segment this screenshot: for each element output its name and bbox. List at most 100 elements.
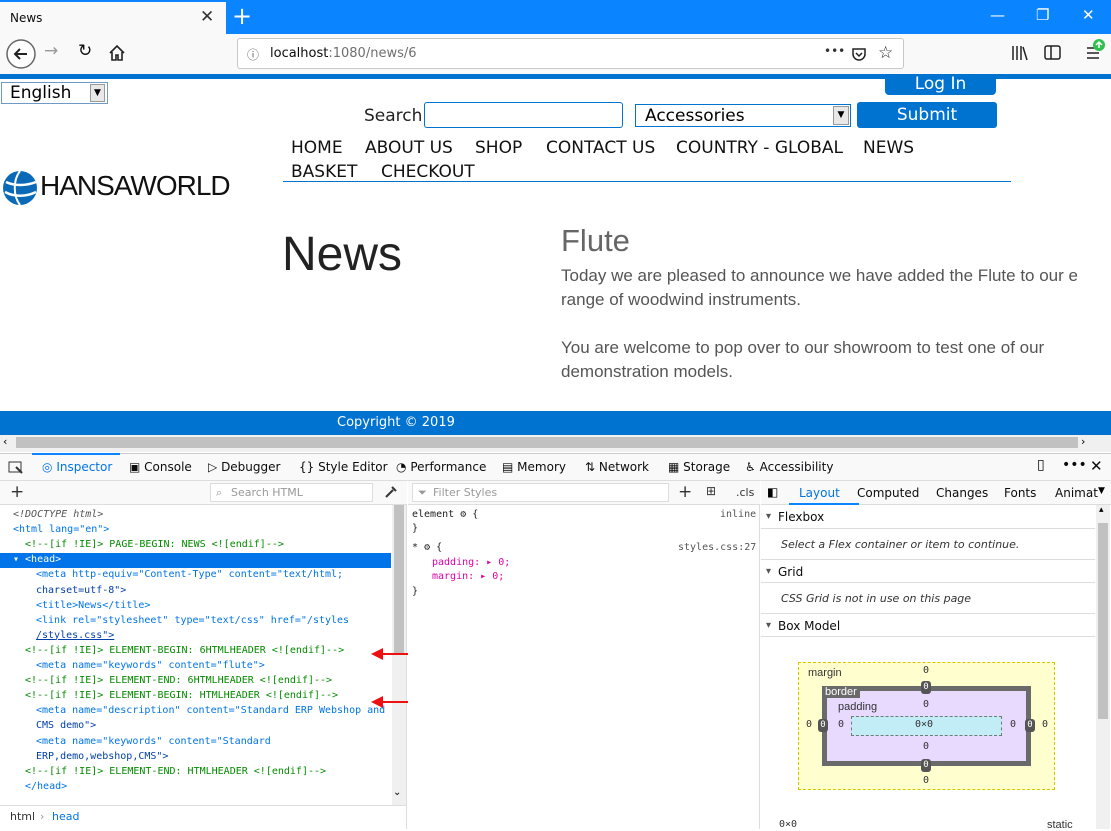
scroll-thumb[interactable] bbox=[1098, 523, 1108, 719]
margin-right-value[interactable]: 0 bbox=[1042, 719, 1048, 730]
scroll-thumb[interactable] bbox=[394, 505, 404, 653]
url-bar[interactable]: ⓘ localhost:1080/news/6 ••• ☆ bbox=[237, 38, 904, 69]
menu-icon[interactable] bbox=[1084, 38, 1108, 62]
markup-node-line[interactable]: <meta name="keywords" content="Standard bbox=[36, 734, 271, 749]
tab-news[interactable]: News ✕ bbox=[0, 0, 226, 34]
pocket-icon[interactable] bbox=[851, 46, 867, 62]
toggle-pseudo-class-icon[interactable]: ⊞ bbox=[706, 484, 716, 498]
markup-comment-line[interactable]: <!--[if !IE]> PAGE-BEGIN: NEWS <![endif]… bbox=[25, 537, 284, 552]
scroll-left-icon[interactable]: ‹ bbox=[3, 435, 7, 448]
new-tab-button[interactable]: + bbox=[232, 2, 252, 30]
markup-comment-line[interactable]: <!--[if !IE]> ELEMENT-BEGIN: HTMLHEADER … bbox=[25, 688, 338, 703]
scroll-down-icon[interactable]: ⌄ bbox=[393, 787, 401, 798]
eyedropper-icon[interactable] bbox=[384, 485, 398, 499]
tab-computed[interactable]: Computed bbox=[857, 486, 919, 500]
markup-comment-line[interactable]: <!--[if !IE]> ELEMENT-END: HTMLHEADER <!… bbox=[25, 764, 326, 779]
tab-layout[interactable]: Layout bbox=[799, 486, 840, 500]
page-actions-icon[interactable]: ••• bbox=[824, 44, 845, 58]
star-rule-source[interactable]: styles.css:27 bbox=[678, 540, 756, 555]
tab-console[interactable]: ▣ Console bbox=[129, 460, 192, 474]
more-tabs-icon[interactable]: ▼ bbox=[1098, 486, 1105, 496]
border-left-value[interactable]: 0 bbox=[818, 719, 828, 732]
margin-bottom-value[interactable]: 0 bbox=[923, 775, 929, 786]
padding-left-value[interactable]: 0 bbox=[838, 719, 844, 730]
add-rule-icon[interactable]: + bbox=[678, 482, 692, 502]
tab-style-editor[interactable]: {} Style Editor bbox=[299, 460, 388, 474]
tab-fonts[interactable]: Fonts bbox=[1004, 486, 1036, 500]
boxmodel-section-header[interactable]: Box Model bbox=[761, 613, 1095, 638]
add-node-icon[interactable]: + bbox=[10, 482, 24, 502]
margin-top-value[interactable]: 0 bbox=[923, 665, 929, 676]
markup-scrollbar[interactable] bbox=[392, 505, 406, 805]
tab-animations[interactable]: Animat bbox=[1055, 486, 1098, 500]
menu-about-us[interactable]: ABOUT US bbox=[365, 138, 453, 158]
padding-bottom-value[interactable]: 0 bbox=[923, 741, 929, 752]
scroll-right-icon[interactable]: › bbox=[1081, 435, 1085, 448]
tab-debugger[interactable]: ▷ Debugger bbox=[208, 460, 280, 474]
tab-inspector[interactable]: ◎ Inspector bbox=[42, 460, 112, 474]
close-devtools-icon[interactable]: ✕ bbox=[1090, 457, 1103, 475]
flexbox-section-header[interactable]: Flexbox bbox=[761, 505, 1095, 529]
grid-section-header[interactable]: Grid bbox=[761, 559, 1095, 584]
tab-network[interactable]: ⇅ Network bbox=[585, 460, 649, 474]
tab-changes[interactable]: Changes bbox=[936, 486, 988, 500]
breadcrumb-html[interactable]: html bbox=[10, 806, 35, 828]
border-top-value[interactable]: 0 bbox=[921, 681, 931, 694]
info-icon[interactable]: ⓘ bbox=[247, 46, 259, 63]
search-input[interactable] bbox=[424, 102, 623, 128]
menu-shop[interactable]: SHOP bbox=[475, 138, 522, 158]
markup-node-line[interactable]: CMS demo"> bbox=[36, 718, 96, 733]
home-icon[interactable] bbox=[108, 44, 126, 62]
submit-button[interactable]: Submit bbox=[857, 102, 997, 128]
tab-storage[interactable]: ▦ Storage bbox=[668, 460, 730, 474]
tab-memory[interactable]: ▤ Memory bbox=[502, 460, 566, 474]
sidebar-icon[interactable] bbox=[1044, 45, 1062, 61]
layout-scrollbar[interactable]: ▴ bbox=[1096, 505, 1110, 829]
search-html-input[interactable]: ⌕ Search HTML bbox=[210, 483, 373, 502]
padding-declaration[interactable]: padding: ▸ 0; bbox=[432, 555, 510, 570]
pick-element-icon[interactable] bbox=[8, 461, 24, 475]
markup-node-line[interactable]: ERP,demo,webshop,CMS"> bbox=[36, 749, 168, 764]
category-select[interactable]: Accessories ▼ bbox=[635, 104, 851, 127]
margin-declaration[interactable]: margin: ▸ 0; bbox=[432, 569, 504, 584]
menu-country[interactable]: COUNTRY - GLOBAL bbox=[676, 138, 843, 158]
filter-styles-input[interactable]: ⏷ Filter Styles bbox=[412, 483, 669, 502]
markup-node-line[interactable]: <html lang="en"> bbox=[13, 522, 109, 537]
tab-performance[interactable]: ◔ Performance bbox=[396, 460, 486, 474]
bookmark-star-icon[interactable]: ☆ bbox=[878, 43, 893, 63]
close-tab-icon[interactable]: ✕ bbox=[200, 7, 214, 27]
url-text[interactable]: localhost:1080/news/6 bbox=[270, 46, 417, 61]
tab-accessibility[interactable]: ♿ Accessibility bbox=[745, 460, 833, 474]
login-button[interactable]: Log In bbox=[885, 74, 996, 95]
star-rule-selector[interactable]: * ⚙ { bbox=[412, 540, 442, 555]
menu-news[interactable]: NEWS bbox=[863, 138, 914, 158]
markup-node-line[interactable]: ▾ <head> bbox=[13, 552, 61, 567]
forward-icon[interactable]: → bbox=[44, 41, 58, 61]
markup-comment-line[interactable]: <!--[if !IE]> ELEMENT-END: 6HTMLHEADER <… bbox=[25, 673, 332, 688]
responsive-design-icon[interactable]: ▯ bbox=[1037, 457, 1045, 473]
minimize-icon[interactable]: — bbox=[990, 6, 1005, 24]
markup-node-line[interactable]: <meta name="keywords" content="flute"> bbox=[36, 658, 265, 673]
restore-icon[interactable]: ❐ bbox=[1036, 6, 1049, 24]
markup-node-line[interactable]: </head> bbox=[25, 779, 67, 794]
menu-contact-us[interactable]: CONTACT US bbox=[546, 138, 655, 158]
margin-left-value[interactable]: 0 bbox=[806, 719, 812, 730]
markup-node-line[interactable]: <meta http-equiv="Content-Type" content=… bbox=[36, 567, 343, 582]
markup-node-line[interactable]: <title>News</title> bbox=[36, 598, 150, 613]
horizontal-scrollbar[interactable]: ‹ › bbox=[0, 435, 1111, 452]
breadcrumb-head[interactable]: head bbox=[52, 806, 79, 828]
padding-right-value[interactable]: 0 bbox=[1010, 719, 1016, 730]
scroll-thumb[interactable] bbox=[16, 437, 1078, 448]
menu-checkout[interactable]: CHECKOUT bbox=[381, 162, 475, 182]
markup-node-line[interactable]: /styles.css"> bbox=[36, 628, 114, 643]
menu-home[interactable]: HOME bbox=[291, 138, 343, 158]
language-select[interactable]: English ▼ bbox=[1, 82, 108, 104]
markup-node-line[interactable]: <!DOCTYPE html> bbox=[13, 507, 103, 522]
markup-node-line[interactable]: <link rel="stylesheet" type="text/css" h… bbox=[36, 613, 349, 628]
border-bottom-value[interactable]: 0 bbox=[921, 759, 931, 772]
scroll-up-icon[interactable]: ▴ bbox=[1099, 505, 1104, 515]
element-rule-selector[interactable]: element ⚙ { bbox=[412, 507, 478, 522]
markup-comment-line[interactable]: <!--[if !IE]> ELEMENT-BEGIN: 6HTMLHEADER… bbox=[25, 643, 344, 658]
menu-basket[interactable]: BASKET bbox=[291, 162, 357, 182]
markup-node-line[interactable]: charset=utf-8"> bbox=[36, 583, 126, 598]
